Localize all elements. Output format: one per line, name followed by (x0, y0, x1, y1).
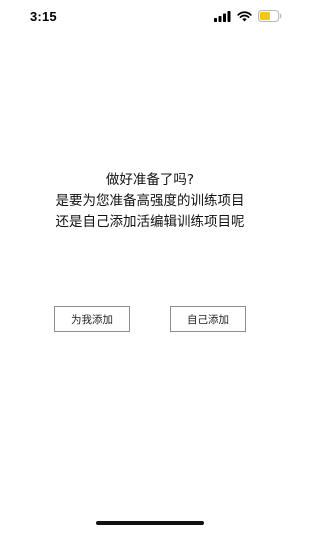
signal-icon (214, 10, 231, 22)
add-for-me-button[interactable]: 为我添加 (54, 306, 130, 332)
prompt-text: 做好准备了吗? 是要为您准备高强度的训练项目 还是自己添加活编辑训练项目呢 (0, 170, 300, 233)
battery-icon (258, 10, 282, 22)
prompt-line-3: 还是自己添加活编辑训练项目呢 (55, 214, 245, 230)
add-myself-button[interactable]: 自己添加 (170, 306, 246, 332)
status-icons (214, 10, 282, 22)
wifi-icon (237, 10, 252, 22)
status-time: 3:15 (30, 9, 57, 24)
home-indicator[interactable] (96, 521, 204, 525)
prompt-line-1: 做好准备了吗? (105, 172, 195, 188)
status-bar: 3:15 (0, 0, 300, 34)
prompt-line-2: 是要为您准备高强度的训练项目 (55, 193, 245, 209)
